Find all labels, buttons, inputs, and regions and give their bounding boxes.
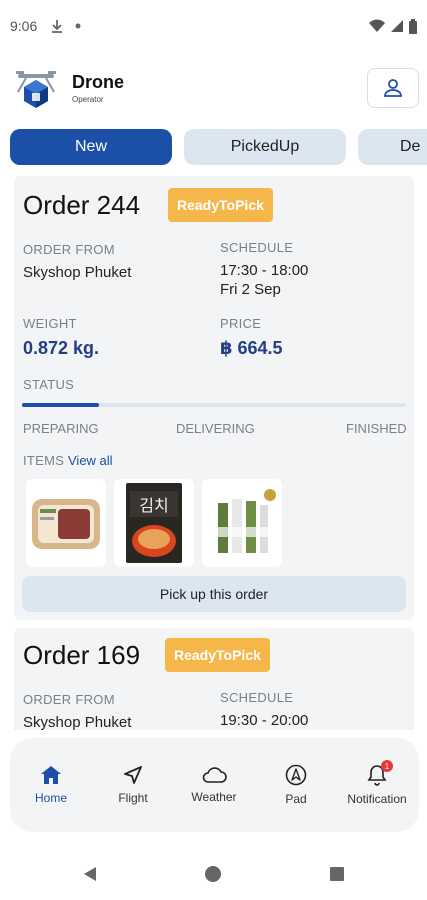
nav-flight[interactable]: Flight [92,738,174,832]
order-status-tabs: New PickedUp De [10,129,427,167]
order-from-label: ORDER FROM [23,242,115,257]
order-card[interactable]: Order 169 ReadyToPick ORDER FROM Skyshop… [14,628,414,730]
nav-weather[interactable]: Weather [173,738,255,832]
notification-count-badge: 1 [381,760,393,772]
status-badge: ReadyToPick [168,188,273,222]
dot-icon [75,23,81,29]
svg-text:김치: 김치 [139,496,168,515]
status-label: STATUS [23,377,75,392]
home-circle-icon[interactable] [205,866,221,882]
price-label: PRICE [220,316,262,331]
weight-value: 0.872 kg. [23,338,100,358]
step-finished: FINISHED [346,421,407,436]
status-badge: ReadyToPick [165,638,270,672]
drone-logo-icon [16,71,56,108]
order-card[interactable]: Order 244 ReadyToPick ORDER FROM Skyshop… [14,176,414,620]
bottles-package-image [216,489,276,553]
nav-pad[interactable]: Pad [255,738,337,832]
schedule-time: 17:30 - 18:00 [220,262,309,279]
order-from-value: Skyshop Phuket [23,264,132,281]
app-subtitle: Operator [72,95,104,104]
nav-label: Home [34,791,67,805]
app-header: Drone Operator [0,60,427,116]
compass-icon [285,764,307,786]
noodle-package-image: 김치 [126,483,182,563]
app-name: Drone [72,72,125,92]
order-from-value: Skyshop Phuket [23,714,132,730]
meat-package-image [32,499,100,549]
bottom-navigation: Home Flight Weather Pad 1 Notification [10,738,419,832]
status-icons-left [51,19,81,33]
order-title: Order 169 [23,640,141,670]
wifi-icon [369,19,385,32]
schedule-label: SCHEDULE [220,240,294,255]
step-preparing: PREPARING [23,421,99,436]
clock: 9:06 [10,18,38,34]
recent-apps-icon[interactable] [330,867,344,881]
price-value: ฿ 664.5 [220,338,283,358]
weight-label: WEIGHT [23,316,77,331]
nav-label: Pad [285,792,307,806]
order-list[interactable]: Order 244 ReadyToPick ORDER FROM Skyshop… [0,176,427,730]
nav-label: Weather [191,790,237,804]
nav-notification[interactable]: 1 Notification [336,738,418,832]
items-label: ITEMS [23,453,65,468]
pick-up-order-button[interactable]: Pick up this order [22,576,406,612]
back-icon[interactable] [82,866,98,882]
user-icon [384,79,402,97]
tab-pickedup[interactable]: PickedUp [184,129,346,165]
item-thumbnail[interactable] [202,479,282,567]
tab-new[interactable]: New [10,129,172,165]
order-from-label: ORDER FROM [23,692,115,707]
cloud-icon [202,767,227,783]
download-icon [52,20,63,33]
nav-label: Flight [118,791,148,805]
order-title: Order 244 [23,190,141,220]
schedule-label: SCHEDULE [220,690,294,705]
battery-icon [409,18,417,34]
nav-home[interactable]: Home [10,738,92,832]
view-all-link[interactable]: View all [68,453,113,468]
status-icons-right [369,18,417,34]
signal-icon [391,20,403,32]
bell-wrapper: 1 [367,760,393,786]
step-delivering: DELIVERING [176,421,255,436]
item-thumbnail[interactable] [26,479,106,567]
delivery-progress-bar [22,403,406,407]
nav-label: Notification [347,792,407,806]
status-bar: 9:06 [0,0,427,52]
tab-delivering[interactable]: De [358,129,427,165]
schedule-time: 19:30 - 20:00 [220,712,309,729]
delivery-progress-fill [22,403,99,407]
schedule-date: Fri 2 Sep [220,281,281,298]
system-navigation-bar [0,848,427,900]
item-thumbnail[interactable]: 김치 [114,479,194,567]
navigation-arrow-icon [124,766,142,784]
profile-button[interactable] [367,68,419,108]
home-icon [41,766,61,784]
